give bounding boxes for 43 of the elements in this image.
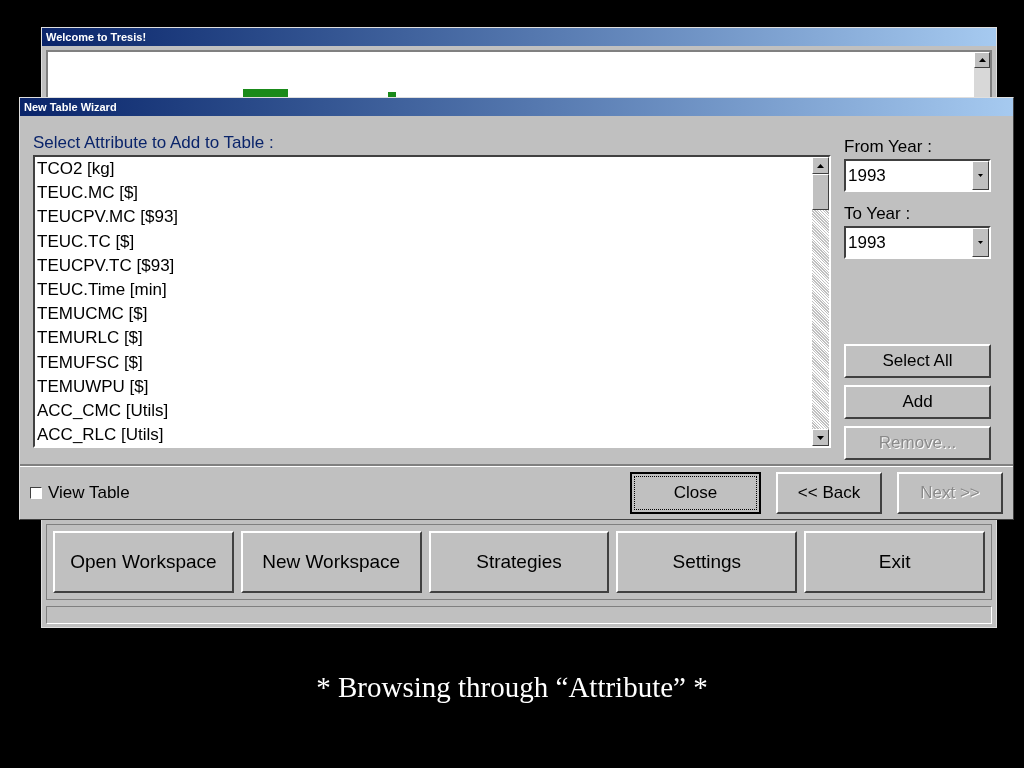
list-item[interactable]: ACC_CMC [Utils] [35, 398, 812, 424]
field-label: From Year : [844, 137, 933, 157]
scroll-thumb[interactable] [812, 174, 829, 210]
list-item[interactable]: ACC_RLC [Utils] [35, 423, 812, 446]
dropdown-button[interactable] [972, 161, 989, 190]
scroll-up-button[interactable] [974, 52, 990, 68]
dialog-button[interactable]: Close [630, 472, 761, 514]
scroll-down-button[interactable] [812, 429, 829, 446]
year-dropdown[interactable]: 1993 [844, 159, 991, 192]
toolbar-button[interactable]: Exit [804, 531, 985, 593]
list-item[interactable]: TEMUCMC [$] [35, 302, 812, 327]
dialog-button[interactable]: << Back [776, 472, 882, 514]
list-label: Select Attribute to Add to Table : [33, 133, 275, 153]
list-item[interactable]: TEUC.MC [$] [35, 181, 812, 206]
list-item[interactable]: TCO2 [kg] [35, 157, 812, 182]
list-item[interactable]: TEMUWPU [$] [35, 374, 812, 399]
list-item[interactable]: TEMUFSC [$] [35, 350, 812, 375]
slide-caption: * Browsing through “Attribute” * [315, 670, 709, 705]
down-arrow-icon [978, 174, 983, 177]
up-arrow-icon [817, 163, 824, 168]
list-item[interactable]: TEUC.TC [$] [35, 229, 812, 254]
dropdown-button[interactable] [972, 228, 989, 257]
list-item[interactable]: TEUC.Time [min] [35, 277, 812, 303]
down-arrow-icon [817, 435, 824, 440]
year-dropdown[interactable]: 1993 [844, 226, 991, 259]
toolbar-button[interactable]: Open Workspace [53, 531, 234, 593]
checkbox-label: View Table [48, 482, 130, 505]
field-label: To Year : [844, 204, 912, 224]
toolbar-button[interactable]: Strategies [428, 531, 610, 593]
dialog-button[interactable]: Select All [844, 344, 991, 378]
toolbar-button[interactable]: New Workspace [240, 531, 422, 593]
window-title: New Table Wizard [24, 99, 117, 115]
window-title: Welcome to Tresis! [46, 29, 147, 45]
toolbar-button[interactable]: Settings [616, 531, 798, 593]
list-item[interactable]: TEUCPV.TC [$93] [35, 253, 812, 278]
checkbox[interactable] [30, 487, 42, 499]
list-item[interactable]: TEMURLC [$] [35, 326, 812, 351]
scroll-up-button[interactable] [812, 157, 829, 174]
up-arrow-icon [978, 58, 986, 62]
down-arrow-icon [978, 241, 983, 244]
dialog-button[interactable]: Add [844, 385, 991, 419]
list-item[interactable]: TEUCPV.MC [$93] [35, 205, 812, 230]
attribute-list[interactable]: TCO2 [kg] TEUC.MC [$] TEUCPV.MC [$93] TEUC.TC [$] TEUCPV.TC [$93] TEUC.Time [min] TEMUCMC [$] TEMURLC [$] TEMUFSC [$] TEMUWPU [$] ACC_CMC [Utils] ACC_RLC [Utils] [33, 155, 831, 448]
